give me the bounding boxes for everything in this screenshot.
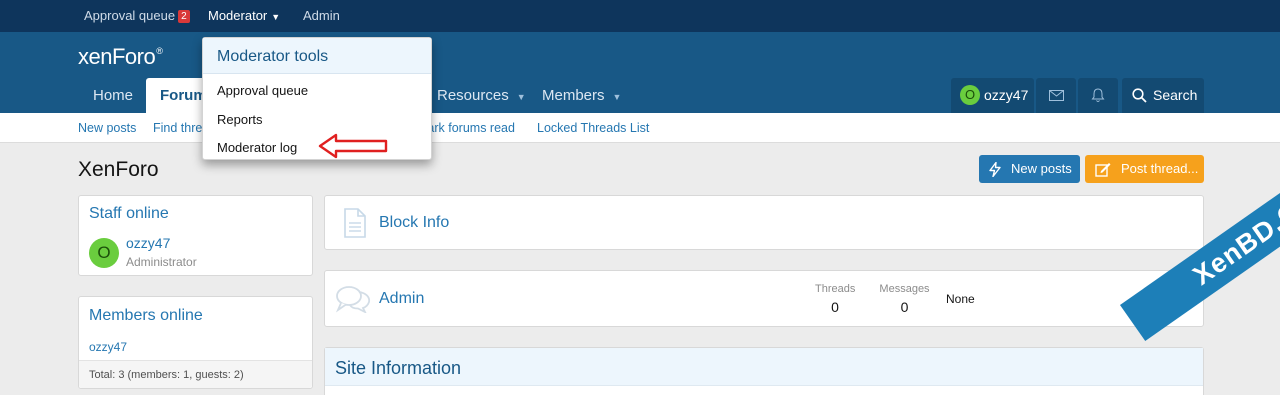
page-title: XenForo [78,158,159,181]
post-thread-button[interactable]: Post thread... [1085,155,1204,183]
lightning-bolt-icon [989,162,1001,177]
threads-count: 0 [831,299,839,315]
post-thread-label: Post thread... [1121,161,1199,176]
messages-count: 0 [900,299,909,315]
envelope-icon [1049,90,1064,101]
online-member-link[interactable]: ozzy47 [89,340,127,354]
alerts-button[interactable] [1078,78,1118,113]
forum-title[interactable]: Admin [379,290,424,308]
nav-tab-forums[interactable]: Forums [146,78,206,113]
category-block-info: Block Info [324,195,1204,250]
edit-icon [1095,163,1111,177]
nav-tab-resources[interactable]: Resources ▼ [437,78,526,113]
members-online-total: Total: 3 (members: 1, guests: 2) [89,369,244,381]
forum-node-admin: Admin Threads 0 Messages 0 None [324,270,1204,327]
messages-label: Messages [879,283,930,295]
new-posts-label: New posts [1011,161,1072,176]
nav-tab-members[interactable]: Members ▼ [542,78,621,113]
approval-queue-label: Approval queue [84,8,176,23]
search-button[interactable]: Search [1122,78,1204,113]
bell-icon [1091,88,1105,102]
members-online-footer: Total: 3 (members: 1, guests: 2) [79,360,312,388]
site-information-title[interactable]: Site Information [335,358,461,379]
last-post-none: None [946,292,975,306]
nav-tab-home[interactable]: Home [93,78,133,113]
staff-username[interactable]: ozzy47 [126,235,170,251]
admin-link[interactable]: Admin [303,8,340,23]
header: xenForo® Home Forums Resources ▼ Members ▼… [0,32,1280,113]
logo-registered-mark: ® [156,46,163,56]
menu-item-moderator-log[interactable]: Moderator log [217,140,297,155]
staff-role: Administrator [126,255,197,269]
staff-online-block: Staff online O ozzy47 Administrator [78,195,313,276]
approval-queue-link[interactable]: Approval queue 2 [84,8,190,23]
subnav-locked-threads[interactable]: Locked Threads List [537,121,649,135]
account-username: ozzy47 [984,87,1029,103]
site-logo[interactable]: xenForo® [78,44,163,70]
moderator-label: Moderator [208,8,268,23]
chevron-down-icon: ▼ [612,92,622,102]
search-icon [1132,88,1147,103]
subnav-find-threads[interactable]: Find threads [153,121,203,135]
nav-resources-label: Resources [437,87,509,104]
sub-navigation: New posts Find threads Mark forums read … [0,113,1280,143]
logo-text: xenForo [78,44,156,69]
account-link[interactable]: O ozzy47 [951,78,1034,113]
moderator-menu-toggle[interactable]: Moderator ▼ [208,8,280,23]
menu-item-approval-queue[interactable]: Approval queue [217,83,308,98]
arrow-left-icon [318,133,388,159]
staff-bar: Approval queue 2 Moderator ▼ Admin [0,0,1280,32]
menu-item-reports[interactable]: Reports [217,112,263,127]
members-online-block: Members online ozzy47 Total: 3 (members:… [78,296,313,389]
threads-label: Threads [815,283,856,295]
search-label: Search [1153,87,1198,103]
moderator-tools-menu: Moderator tools Approval queue Reports M… [202,37,432,160]
document-icon [344,208,366,238]
site-information-header: Site Information [325,348,1203,386]
approval-count-badge: 2 [178,10,190,23]
block-info-title[interactable]: Block Info [379,214,449,232]
staff-online-title[interactable]: Staff online [89,205,169,223]
staff-avatar[interactable]: O [89,238,119,268]
new-posts-button[interactable]: New posts [979,155,1080,183]
subnav-new-posts[interactable]: New posts [78,121,136,135]
chat-bubbles-icon [335,286,371,313]
nav-members-label: Members [542,87,605,104]
menu-title: Moderator tools [203,38,431,74]
caret-down-icon: ▼ [271,12,281,22]
site-information-block: Site Information [324,347,1204,395]
inbox-button[interactable] [1036,78,1076,113]
chevron-down-icon: ▼ [516,92,526,102]
user-avatar: O [960,85,980,105]
members-online-title[interactable]: Members online [89,307,203,325]
